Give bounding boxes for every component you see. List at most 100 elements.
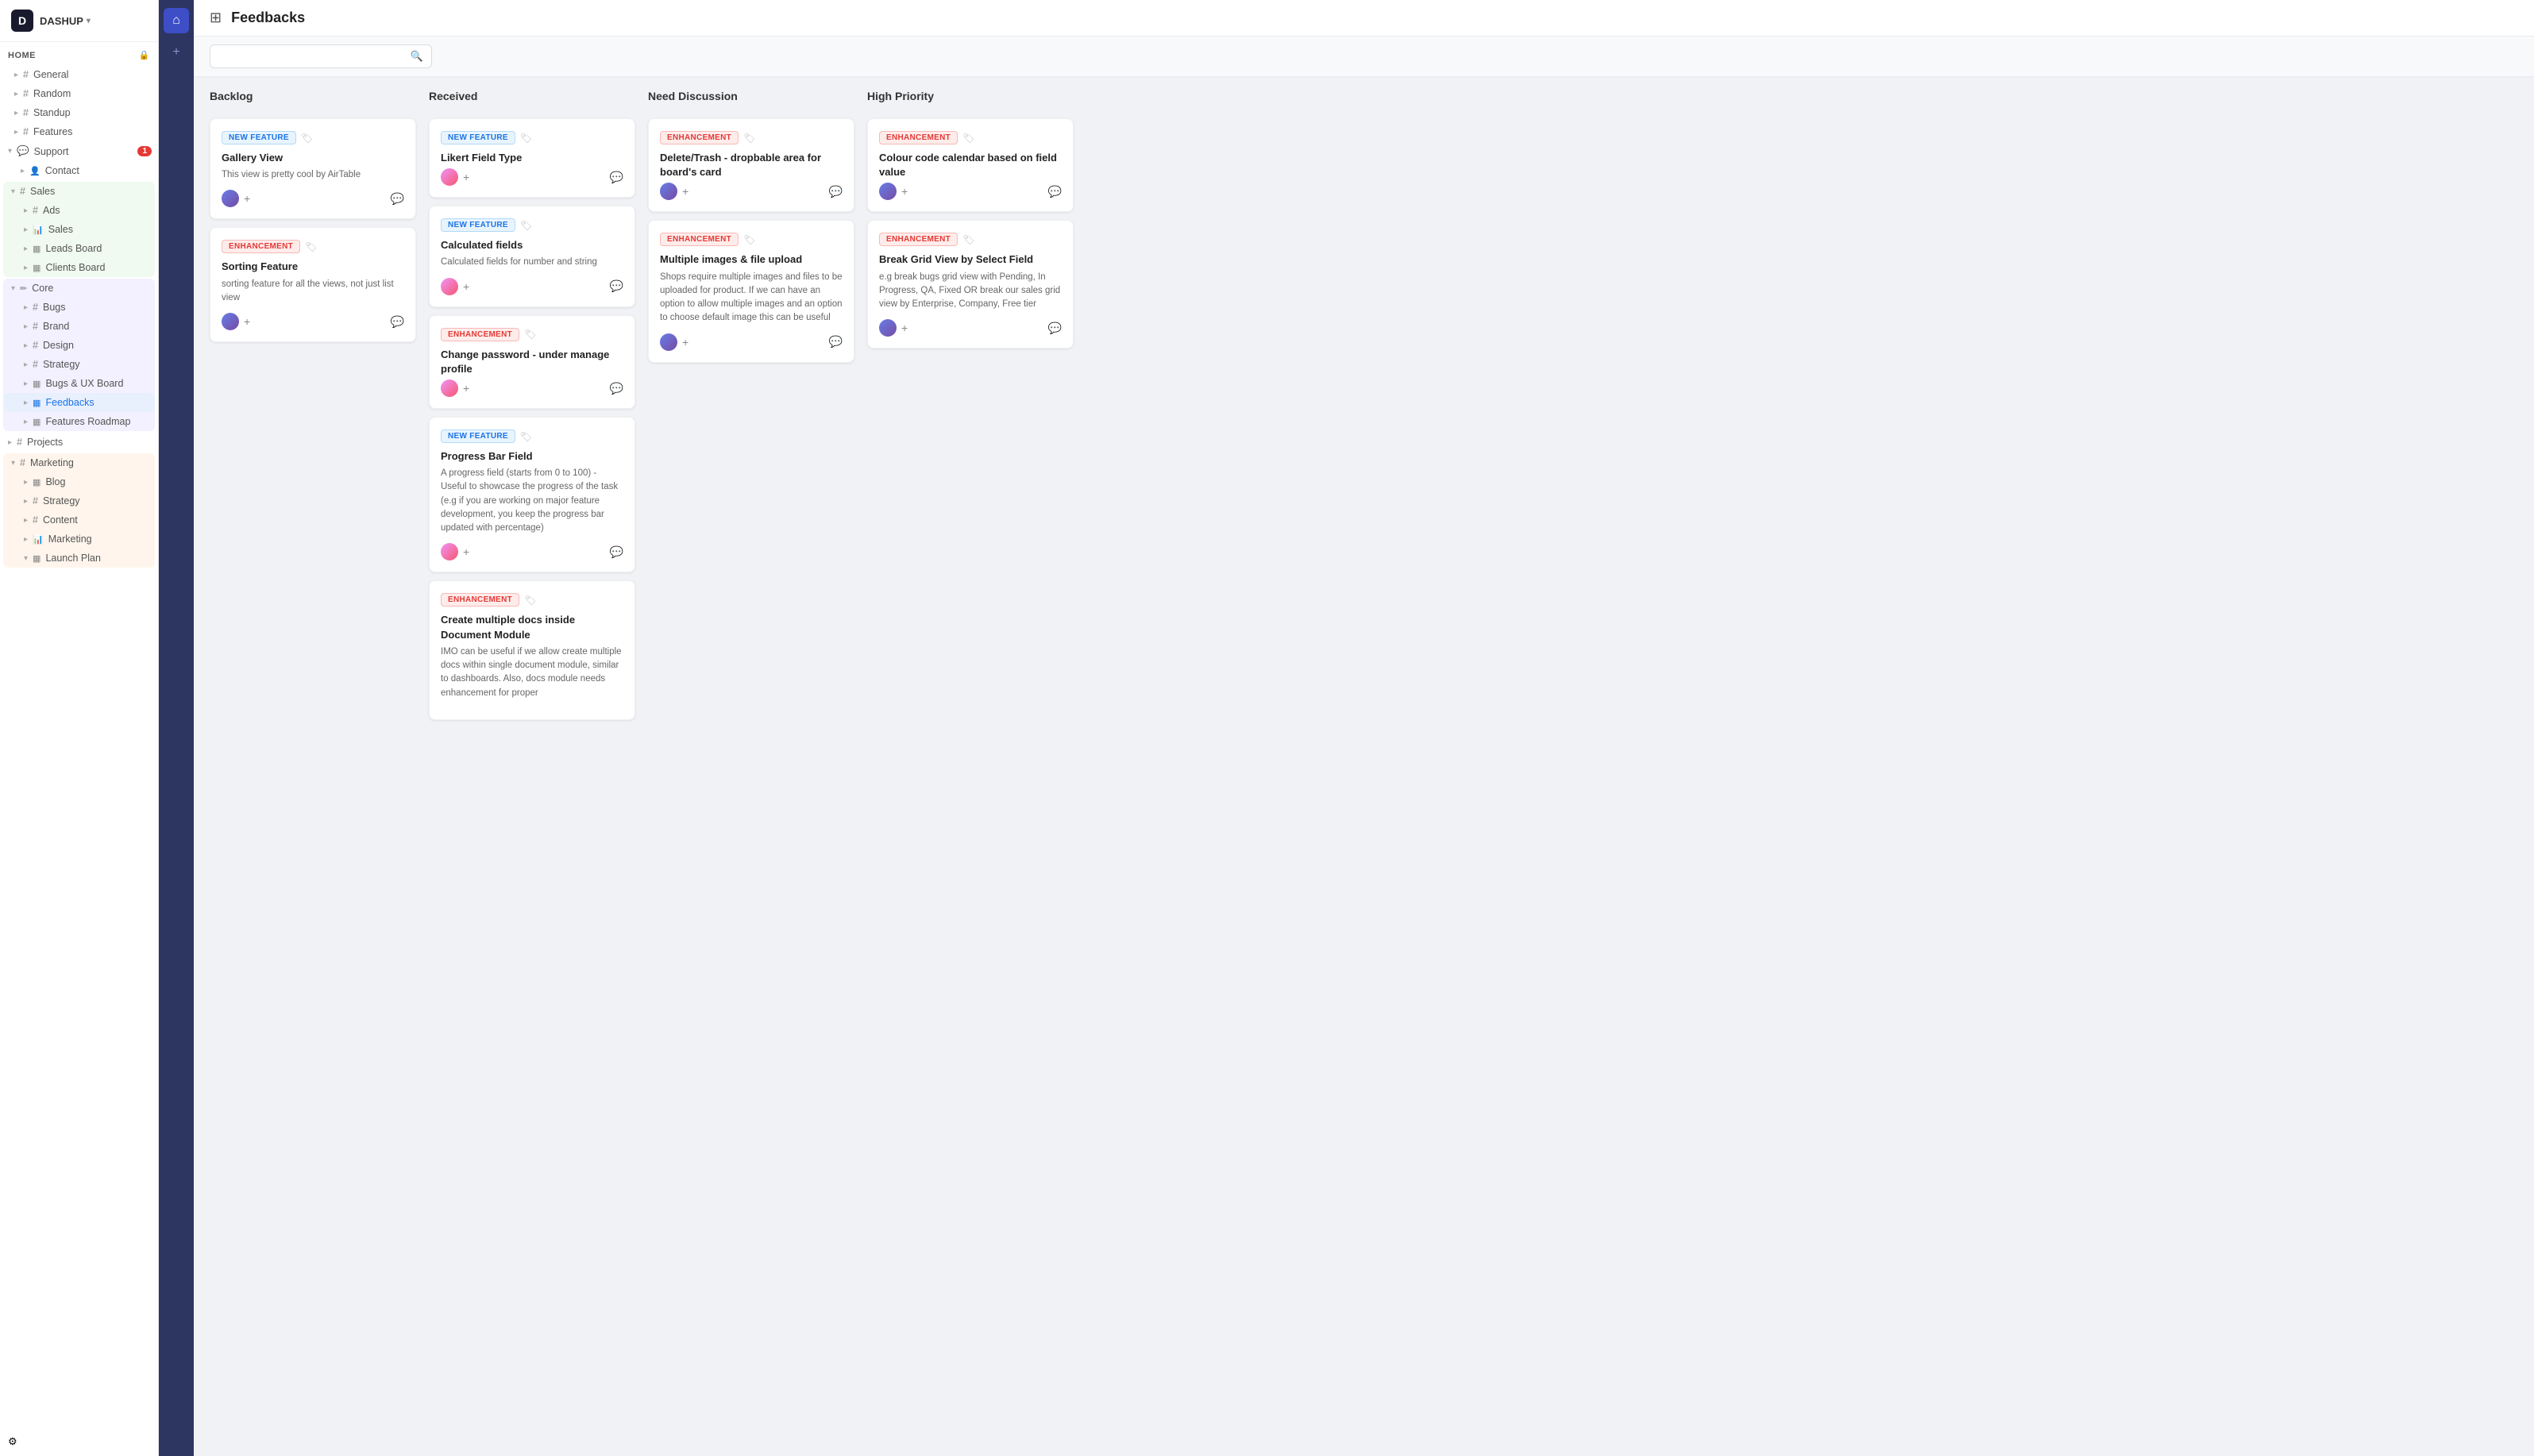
add-reaction-button[interactable]: +: [682, 336, 688, 349]
comment-icon[interactable]: 💬: [610, 382, 623, 395]
sidebar-item-strategy-mkt[interactable]: ▸ # Strategy: [3, 491, 155, 510]
sidebar-item-sales[interactable]: ▸ 📊 Sales: [3, 220, 155, 239]
search-input[interactable]: [218, 51, 406, 62]
arrow-icon: ▸: [24, 418, 28, 426]
sidebar-item-ads[interactable]: ▸ # Ads: [3, 201, 155, 220]
arrow-icon: ▸: [21, 167, 25, 175]
add-reaction-button[interactable]: +: [682, 185, 688, 198]
sidebar-item-features[interactable]: ▸ # Features: [0, 122, 158, 141]
card-footer: + 💬: [441, 278, 623, 295]
main-content: ⊞ Feedbacks 🔍 Backlog NEW FEATURE 🏷 Gall…: [194, 0, 2534, 1456]
sidebar-item-standup[interactable]: ▸ # Standup: [0, 103, 158, 122]
comment-icon[interactable]: 💬: [829, 335, 843, 349]
card-badge-area: NEW FEATURE 🏷: [441, 131, 532, 144]
sidebar-item-strategy[interactable]: ▸ # Strategy: [3, 355, 155, 374]
avatar: [660, 333, 677, 351]
card-badge-area: NEW FEATURE 🏷: [441, 218, 532, 232]
card-title: Colour code calendar based on field valu…: [879, 151, 1062, 179]
card-likert: NEW FEATURE 🏷 Likert Field Type + 💬: [429, 118, 635, 198]
card-footer: + 💬: [660, 183, 843, 200]
card-footer: + 💬: [660, 333, 843, 351]
comment-icon[interactable]: 💬: [829, 185, 843, 198]
sidebar-item-design[interactable]: ▸ # Design: [3, 336, 155, 355]
add-reaction-button[interactable]: +: [901, 185, 908, 198]
sidebar-item-bugs[interactable]: ▸ # Bugs: [3, 298, 155, 317]
support-badge: 1: [137, 146, 152, 156]
hash-icon: #: [33, 205, 38, 216]
arrow-icon: ▸: [24, 516, 28, 525]
lock-icon: 🔒: [139, 50, 150, 60]
sidebar-item-blog[interactable]: ▸ ▦ Blog: [3, 472, 155, 491]
card-badge-area: ENHANCEMENT 🏷: [879, 131, 974, 144]
comment-icon[interactable]: 💬: [610, 279, 623, 293]
sidebar-item-features-roadmap[interactable]: ▸ ▦ Features Roadmap: [3, 412, 155, 431]
home-nav-button[interactable]: ⌂: [164, 8, 189, 33]
card-footer: + 💬: [441, 168, 623, 186]
settings-button[interactable]: ⚙: [0, 1427, 158, 1456]
sidebar-item-sales-group[interactable]: ▾ # Sales: [3, 182, 155, 201]
card-title: Sorting Feature: [222, 260, 404, 274]
comment-icon[interactable]: 💬: [610, 171, 623, 184]
comment-icon[interactable]: 💬: [391, 315, 404, 329]
arrow-icon: ▸: [24, 399, 28, 407]
card-footer-left: +: [660, 333, 688, 351]
add-reaction-button[interactable]: +: [244, 192, 250, 205]
enhancement-badge: ENHANCEMENT: [660, 131, 739, 144]
card-gallery-view: NEW FEATURE 🏷 Gallery View This view is …: [210, 118, 416, 219]
card-progress-bar: NEW FEATURE 🏷 Progress Bar Field A progr…: [429, 417, 635, 572]
comment-icon[interactable]: 💬: [1048, 322, 1062, 335]
workspace-selector[interactable]: DASHUP ▾: [40, 15, 91, 27]
card-title: Delete/Trash - dropbable area for board'…: [660, 151, 843, 179]
pencil-icon: ✏: [20, 283, 27, 294]
sidebar-item-clients-board[interactable]: ▸ ▦ Clients Board: [3, 258, 155, 277]
comment-icon[interactable]: 💬: [391, 192, 404, 206]
sidebar-item-random[interactable]: ▸ # Random: [0, 84, 158, 103]
card-desc: This view is pretty cool by AirTable: [222, 168, 404, 182]
kanban-board: Backlog NEW FEATURE 🏷 Gallery View This …: [194, 77, 2534, 1456]
enhancement-badge: ENHANCEMENT: [879, 131, 958, 144]
sidebar-item-contact[interactable]: ▸ 👤 Contact: [0, 161, 158, 180]
board-layout-icon: ⊞: [210, 10, 222, 26]
sidebar-item-projects[interactable]: ▸ # Projects: [0, 433, 158, 452]
card-footer-left: +: [879, 319, 908, 337]
arrow-icon: ▸: [24, 245, 28, 253]
card-desc: sorting feature for all the views, not j…: [222, 278, 404, 306]
add-reaction-button[interactable]: +: [901, 322, 908, 334]
logo-icon: D: [11, 10, 33, 32]
sidebar-item-core-group[interactable]: ▾ ✏ Core: [3, 279, 155, 298]
add-reaction-button[interactable]: +: [463, 171, 469, 183]
add-reaction-button[interactable]: +: [463, 545, 469, 558]
add-reaction-button[interactable]: +: [463, 280, 469, 293]
sidebar-item-general[interactable]: ▸ # General: [0, 65, 158, 84]
add-nav-button[interactable]: +: [164, 40, 189, 65]
comment-icon[interactable]: 💬: [1048, 185, 1062, 198]
hash-icon: #: [33, 514, 38, 526]
card-badge-area: NEW FEATURE 🏷: [222, 131, 313, 144]
sidebar-logo-area: D DASHUP ▾: [0, 0, 158, 42]
sidebar-item-leads-board[interactable]: ▸ ▦ Leads Board: [3, 239, 155, 258]
new-feature-badge: NEW FEATURE: [222, 131, 296, 144]
avatar: [879, 183, 897, 200]
card-footer: + 💬: [441, 543, 623, 560]
add-reaction-button[interactable]: +: [463, 382, 469, 395]
sidebar-item-marketing-group[interactable]: ▾ # Marketing: [3, 453, 155, 472]
sidebar-item-launch-plan[interactable]: ▾ ▦ Launch Plan: [3, 549, 155, 568]
tag-icon: 🏷: [520, 220, 532, 231]
gear-icon: ⚙: [8, 1435, 17, 1447]
sidebar-item-feedbacks[interactable]: ▸ ▦ Feedbacks: [3, 393, 155, 412]
hash-icon: #: [17, 437, 22, 448]
sidebar-item-brand[interactable]: ▸ # Brand: [3, 317, 155, 336]
add-reaction-button[interactable]: +: [244, 315, 250, 328]
sidebar-item-support[interactable]: ▾ 💬 Support 1: [0, 141, 158, 161]
hash-icon: #: [23, 126, 29, 137]
search-box[interactable]: 🔍: [210, 44, 432, 68]
sidebar-item-content[interactable]: ▸ # Content: [3, 510, 155, 530]
comment-icon[interactable]: 💬: [610, 545, 623, 559]
sidebar-item-marketing[interactable]: ▸ 📊 Marketing: [3, 530, 155, 549]
workspace-name: DASHUP: [40, 15, 83, 27]
sidebar-item-bugs-ux[interactable]: ▸ ▦ Bugs & UX Board: [3, 374, 155, 393]
tag-icon: 🏷: [305, 241, 317, 252]
board-icon: ▦: [33, 263, 40, 273]
card-title: Gallery View: [222, 151, 404, 165]
tag-icon: 🏷: [524, 595, 536, 606]
